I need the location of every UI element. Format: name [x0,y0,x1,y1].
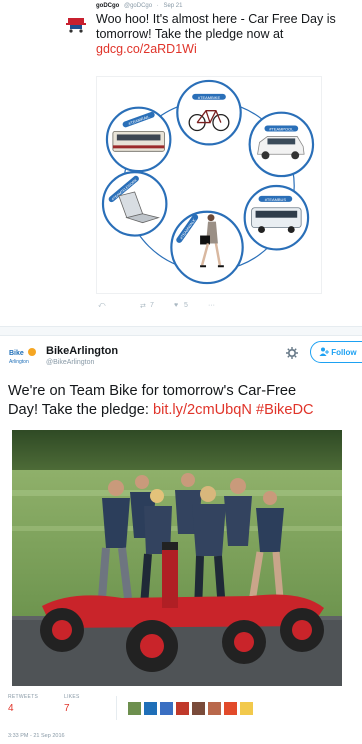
team-telework-circle: #TEAMTELEWORK [101,171,168,237]
liker-avatar[interactable] [192,702,205,715]
like-icon[interactable]: ♥ [174,302,178,309]
tweet1-text-body: Woo hoo! It's almost here - Car Free Day… [96,12,336,41]
follow-label: Follow [331,348,357,357]
liker-avatar[interactable] [128,702,141,715]
tweet1-header: goDCgo @goDCgo · Sep 21 [96,3,182,9]
tweet1-link[interactable]: gdcg.co/2aRD1Wi [96,42,197,56]
tweet-divider [0,326,362,336]
tweet1-text: Woo hoo! It's almost here - Car Free Day… [96,12,362,57]
badge-teampool: #TEAMPOOL [269,127,294,132]
likes-count[interactable]: 7 [64,703,70,714]
tweet1-author-name[interactable]: goDCgo [96,3,119,9]
retweet-icon[interactable]: ⇄ [140,302,146,310]
tweet2-author-handle[interactable]: @BikeArlington [46,359,94,366]
tweet1-like-count: 5 [184,302,188,309]
liker-avatar[interactable] [160,702,173,715]
liker-avatar[interactable] [144,702,157,715]
bikearlington-logo[interactable]: Bike Arlington [8,346,42,366]
logo-text-bike: Bike [9,350,24,357]
tweet1-actions: ⤺ ⇄ 7 ♥ 5 ··· [96,302,256,314]
tweet2-stats: RETWEETS 4 LIKES 7 [8,694,362,724]
liker-avatar[interactable] [240,702,253,715]
tweet1-sep: · [156,3,159,9]
team-rail-circle: #TEAMRAIL [105,106,172,173]
badge-teambus: #TEAMBUS [265,197,287,202]
tweet1-image[interactable]: #TEAMBIKE #TEAMPOOL #TEAMBUS #TEAMWALK #… [96,76,322,294]
tweet2-photo[interactable] [12,430,342,686]
team-walk-circle: #TEAMWALK [170,210,244,285]
likes-label: LIKES [64,694,80,700]
team-bike-circle: #TEAMBIKE [176,79,242,146]
tweet2-link[interactable]: bit.ly/2cmUbqN #BikeDC [153,402,314,418]
gear-icon[interactable] [285,346,299,360]
tweet2-timestamp[interactable]: 3:33 PM - 21 Sep 2016 [8,733,65,739]
team-pool-circle: #TEAMPOOL [248,111,315,178]
liker-avatar[interactable] [208,702,221,715]
follow-user-icon [319,347,329,356]
retweets-count[interactable]: 4 [8,703,14,714]
tweet2-text-line1: We're on Team Bike for tomorrow's Car-Fr… [8,383,297,399]
tweet2-text: We're on Team Bike for tomorrow's Car-Fr… [8,382,362,420]
retweets-label: RETWEETS [8,694,39,700]
tweet2-author-name[interactable]: BikeArlington [46,345,118,357]
tweet-godcgo: goDCgo @goDCgo · Sep 21 Woo hoo! It's al… [0,0,362,325]
tweet2-text-line2-body: Day! Take the pledge: [8,402,153,418]
badge-teambike: #TEAMBIKE [198,95,221,100]
liker-avatar[interactable] [176,702,189,715]
tweet1-retweet-count: 7 [150,302,154,309]
liker-avatar[interactable] [224,702,237,715]
tweet2-text-line2: Day! Take the pledge: bit.ly/2cmUbqN #Bi… [8,401,362,420]
reply-icon[interactable]: ⤺ [98,302,105,310]
tweet1-author-handle[interactable]: @goDCgo [124,3,152,9]
tweet1-date[interactable]: Sep 21 [163,3,182,9]
logo-text-arlington: Arlington [9,359,29,365]
team-bus-circle: #TEAMBUS [243,184,310,251]
stats-divider [116,696,117,720]
more-icon[interactable]: ··· [208,302,215,309]
follow-button[interactable]: Follow [310,341,362,363]
godcgo-avatar[interactable] [64,12,88,34]
